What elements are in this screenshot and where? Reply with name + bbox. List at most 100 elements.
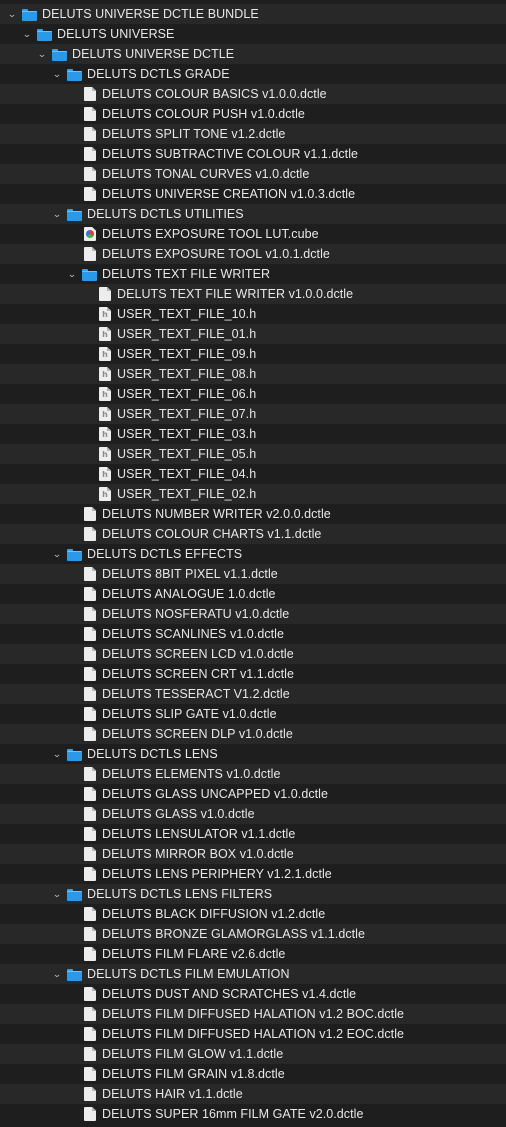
tree-file-row[interactable]: DELUTS TEXT FILE WRITER v1.0.0.dctle [0, 284, 506, 304]
document-icon [84, 947, 96, 961]
folder-icon [22, 9, 37, 21]
file-label: DELUTS HAIR v1.1.dctle [102, 1087, 243, 1101]
tree-folder-row[interactable]: ⌄ DELUTS UNIVERSE [0, 24, 506, 44]
tree-folder-row[interactable]: ⌄ DELUTS DCTLS LENS FILTERS [0, 884, 506, 904]
tree-file-row[interactable]: DELUTS COLOUR PUSH v1.0.dctle [0, 104, 506, 124]
tree-file-row[interactable]: DELUTS SUBTRACTIVE COLOUR v1.1.dctle [0, 144, 506, 164]
tree-file-row[interactable]: h USER_TEXT_FILE_07.h [0, 404, 506, 424]
tree-file-row[interactable]: DELUTS FILM GRAIN v1.8.dctle [0, 1064, 506, 1084]
chevron-down-icon[interactable]: ⌄ [51, 64, 64, 84]
tree-file-row[interactable]: DELUTS BLACK DIFFUSION v1.2.dctle [0, 904, 506, 924]
folder-label: DELUTS TEXT FILE WRITER [102, 267, 271, 281]
tree-file-row[interactable]: DELUTS FILM FLARE v2.6.dctle [0, 944, 506, 964]
folder-label: DELUTS DCTLS FILM EMULATION [87, 967, 290, 981]
tree-folder-row[interactable]: ⌄ DELUTS TEXT FILE WRITER [0, 264, 506, 284]
tree-file-row[interactable]: DELUTS BRONZE GLAMORGLASS v1.1.dctle [0, 924, 506, 944]
document-icon [84, 1087, 96, 1101]
header-file-icon: h [99, 307, 111, 321]
document-icon [84, 527, 96, 541]
chevron-down-icon[interactable]: ⌄ [6, 4, 19, 24]
tree-file-row[interactable]: h USER_TEXT_FILE_09.h [0, 344, 506, 364]
tree-file-row[interactable]: DELUTS SPLIT TONE v1.2.dctle [0, 124, 506, 144]
tree-folder-row[interactable]: ⌄ DELUTS DCTLS UTILITIES [0, 204, 506, 224]
folder-icon [52, 49, 67, 61]
file-label: USER_TEXT_FILE_02.h [117, 487, 257, 501]
chevron-down-icon[interactable]: ⌄ [51, 884, 64, 904]
document-icon [84, 707, 96, 721]
tree-file-row[interactable]: DELUTS COLOUR BASICS v1.0.0.dctle [0, 84, 506, 104]
tree-file-row[interactable]: DELUTS COLOUR CHARTS v1.1.dctle [0, 524, 506, 544]
tree-file-row[interactable]: h USER_TEXT_FILE_05.h [0, 444, 506, 464]
tree-file-row[interactable]: DELUTS MIRROR BOX v1.0.dctle [0, 844, 506, 864]
folder-label: DELUTS DCTLS EFFECTS [87, 547, 243, 561]
tree-file-row[interactable]: DELUTS ELEMENTS v1.0.dctle [0, 764, 506, 784]
chevron-down-icon[interactable]: ⌄ [51, 544, 64, 564]
header-file-icon: h [99, 347, 111, 361]
header-file-icon: h [99, 327, 111, 341]
tree-file-row[interactable]: DELUTS UNIVERSE CREATION v1.0.3.dctle [0, 184, 506, 204]
tree-folder-row[interactable]: ⌄ DELUTS DCTLS LENS [0, 744, 506, 764]
chevron-down-icon[interactable]: ⌄ [21, 24, 34, 44]
file-label: DELUTS MIRROR BOX v1.0.dctle [102, 847, 294, 861]
document-icon [84, 87, 96, 101]
file-label: DELUTS FILM DIFFUSED HALATION v1.2 BOC.d… [102, 1007, 405, 1021]
tree-file-row[interactable]: DELUTS EXPOSURE TOOL LUT.cube [0, 224, 506, 244]
file-label: DELUTS COLOUR CHARTS v1.1.dctle [102, 527, 322, 541]
tree-file-row[interactable]: DELUTS HAIR v1.1.dctle [0, 1084, 506, 1104]
document-icon [84, 687, 96, 701]
file-label: USER_TEXT_FILE_06.h [117, 387, 257, 401]
tree-file-row[interactable]: h USER_TEXT_FILE_10.h [0, 304, 506, 324]
tree-file-row[interactable]: DELUTS NUMBER WRITER v2.0.0.dctle [0, 504, 506, 524]
tree-file-row[interactable]: DELUTS SCREEN LCD v1.0.dctle [0, 644, 506, 664]
chevron-down-icon[interactable]: ⌄ [66, 264, 79, 284]
tree-folder-row[interactable]: ⌄ DELUTS UNIVERSE DCTLE BUNDLE [0, 4, 506, 24]
tree-file-row[interactable]: h USER_TEXT_FILE_08.h [0, 364, 506, 384]
tree-file-row[interactable]: DELUTS DUST AND SCRATCHES v1.4.dctle [0, 984, 506, 1004]
tree-file-row[interactable]: DELUTS FILM GLOW v1.1.dctle [0, 1044, 506, 1064]
file-label: DELUTS FILM FLARE v2.6.dctle [102, 947, 286, 961]
tree-file-row[interactable]: DELUTS 8BIT PIXEL v1.1.dctle [0, 564, 506, 584]
tree-file-row[interactable]: h USER_TEXT_FILE_04.h [0, 464, 506, 484]
tree-file-row[interactable]: DELUTS GLASS UNCAPPED v1.0.dctle [0, 784, 506, 804]
tree-file-row[interactable]: DELUTS LENSULATOR v1.1.dctle [0, 824, 506, 844]
tree-file-row[interactable]: DELUTS SUPER 16mm FILM GATE v2.0.dctle [0, 1104, 506, 1124]
tree-folder-row[interactable]: ⌄ DELUTS DCTLS EFFECTS [0, 544, 506, 564]
chevron-down-icon[interactable]: ⌄ [51, 204, 64, 224]
folder-icon [67, 749, 82, 761]
folder-label: DELUTS UNIVERSE DCTLE BUNDLE [42, 7, 259, 21]
tree-file-row[interactable]: h USER_TEXT_FILE_03.h [0, 424, 506, 444]
folder-label: DELUTS DCTLS LENS [87, 747, 218, 761]
file-label: USER_TEXT_FILE_03.h [117, 427, 257, 441]
file-label: DELUTS SCREEN CRT v1.1.dctle [102, 667, 294, 681]
file-label: USER_TEXT_FILE_05.h [117, 447, 257, 461]
tree-file-row[interactable]: DELUTS SCANLINES v1.0.dctle [0, 624, 506, 644]
folder-icon [67, 209, 82, 221]
tree-file-row[interactable]: DELUTS GLASS v1.0.dctle [0, 804, 506, 824]
chevron-down-icon[interactable]: ⌄ [51, 744, 64, 764]
tree-file-row[interactable]: DELUTS TONAL CURVES v1.0.dctle [0, 164, 506, 184]
file-label: DELUTS DUST AND SCRATCHES v1.4.dctle [102, 987, 357, 1001]
tree-folder-row[interactable]: ⌄ DELUTS UNIVERSE DCTLE [0, 44, 506, 64]
tree-file-row[interactable]: DELUTS SLIP GATE v1.0.dctle [0, 704, 506, 724]
tree-file-row[interactable]: h USER_TEXT_FILE_01.h [0, 324, 506, 344]
tree-file-row[interactable]: h USER_TEXT_FILE_02.h [0, 484, 506, 504]
file-label: USER_TEXT_FILE_07.h [117, 407, 257, 421]
tree-file-row[interactable]: DELUTS NOSFERATU v1.0.dctle [0, 604, 506, 624]
document-icon [99, 287, 111, 301]
tree-file-row[interactable]: DELUTS LENS PERIPHERY v1.2.1.dctle [0, 864, 506, 884]
file-label: DELUTS 8BIT PIXEL v1.1.dctle [102, 567, 278, 581]
tree-file-row[interactable]: DELUTS FILM DIFFUSED HALATION v1.2 BOC.d… [0, 1004, 506, 1024]
tree-file-row[interactable]: DELUTS FILM DIFFUSED HALATION v1.2 EOC.d… [0, 1024, 506, 1044]
tree-file-row[interactable]: DELUTS EXPOSURE TOOL v1.0.1.dctle [0, 244, 506, 264]
tree-file-row[interactable]: DELUTS SCREEN DLP v1.0.dctle [0, 724, 506, 744]
chevron-down-icon[interactable]: ⌄ [36, 44, 49, 64]
tree-file-row[interactable]: h USER_TEXT_FILE_06.h [0, 384, 506, 404]
file-label: DELUTS FILM DIFFUSED HALATION v1.2 EOC.d… [102, 1027, 405, 1041]
tree-folder-row[interactable]: ⌄ DELUTS DCTLS GRADE [0, 64, 506, 84]
chevron-down-icon[interactable]: ⌄ [51, 964, 64, 984]
file-label: DELUTS GLASS UNCAPPED v1.0.dctle [102, 787, 328, 801]
tree-file-row[interactable]: DELUTS TESSERACT V1.2.dctle [0, 684, 506, 704]
tree-folder-row[interactable]: ⌄ DELUTS DCTLS FILM EMULATION [0, 964, 506, 984]
tree-file-row[interactable]: DELUTS ANALOGUE 1.0.dctle [0, 584, 506, 604]
tree-file-row[interactable]: DELUTS SCREEN CRT v1.1.dctle [0, 664, 506, 684]
